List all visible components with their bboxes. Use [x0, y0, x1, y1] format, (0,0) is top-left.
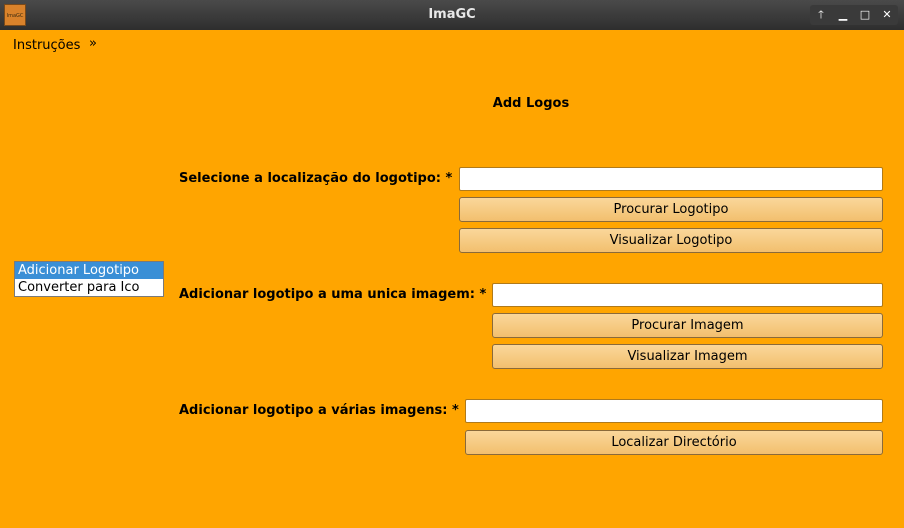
- browse-image-button[interactable]: Procurar Imagem: [492, 313, 883, 338]
- single-image-field[interactable]: [492, 283, 883, 307]
- window-title: ImaGC: [428, 7, 476, 22]
- keep-above-icon[interactable]: 🡑: [811, 5, 831, 25]
- list-item-converter-ico[interactable]: Converter para Ico: [15, 279, 163, 296]
- mode-list[interactable]: Adicionar Logotipo Converter para Ico: [14, 261, 164, 297]
- logo-location-label: Selecione a localização do logotipo: *: [179, 171, 453, 186]
- browse-logo-button[interactable]: Procurar Logotipo: [459, 197, 883, 222]
- menu-bar: Instruções »: [4, 30, 900, 58]
- minimize-icon[interactable]: ▁: [833, 5, 853, 25]
- menu-overflow-icon[interactable]: »: [89, 36, 97, 51]
- logo-location-field[interactable]: [459, 167, 883, 191]
- page-title: Add Logos: [492, 96, 570, 111]
- single-image-label: Adicionar logotipo a uma unica imagem: *: [179, 287, 487, 302]
- menu-instrucoes[interactable]: Instruções: [13, 38, 80, 53]
- list-item-adicionar-logotipo[interactable]: Adicionar Logotipo: [15, 262, 163, 279]
- preview-image-button[interactable]: Visualizar Imagem: [492, 344, 883, 369]
- window-controls: 🡑 ▁ □ ✕: [810, 5, 898, 25]
- multi-image-field[interactable]: [465, 399, 883, 423]
- locate-directory-button[interactable]: Localizar Directório: [465, 430, 883, 455]
- close-icon[interactable]: ✕: [877, 5, 897, 25]
- maximize-icon[interactable]: □: [855, 5, 875, 25]
- preview-logo-button[interactable]: Visualizar Logotipo: [459, 228, 883, 253]
- multi-image-label: Adicionar logotipo a várias imagens: *: [179, 403, 459, 418]
- title-bar: ImaGC ImaGC 🡑 ▁ □ ✕: [0, 0, 904, 30]
